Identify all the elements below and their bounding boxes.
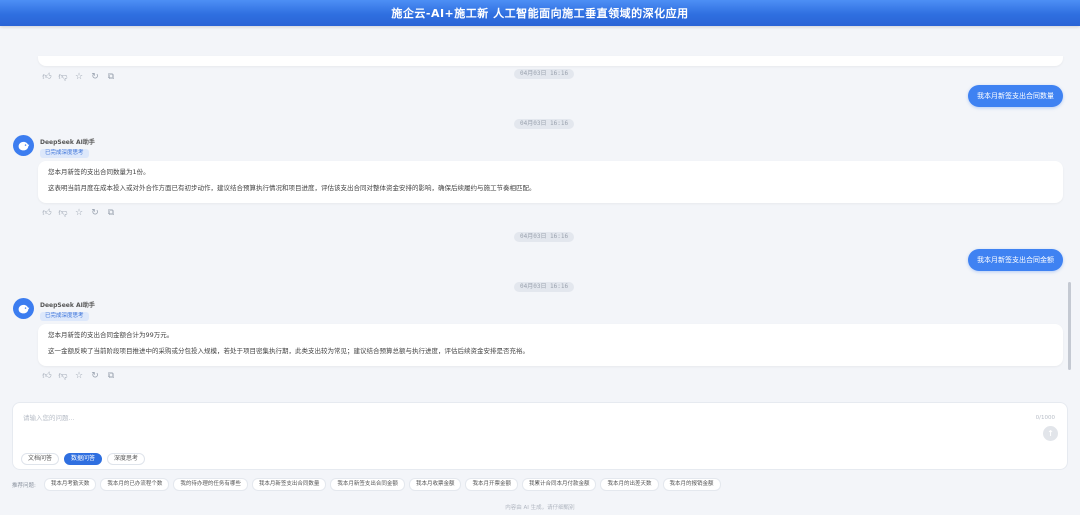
thumbs-down-icon[interactable]: 👎︎ bbox=[58, 371, 68, 381]
message-timestamp: 04月03日 16:16 bbox=[514, 69, 575, 79]
recommend-chip[interactable]: 我的待办理的任务有哪些 bbox=[173, 478, 248, 491]
whale-logo-icon bbox=[18, 141, 30, 151]
reply-actions: 👍︎ 👎︎ ☆ ↻ ⧉ bbox=[42, 371, 116, 381]
recommend-chip[interactable]: 我本月新签支出合同数量 bbox=[251, 478, 327, 491]
ai-reply-card: 您本月新签的支出合同数量为1份。 这表明当前月度在成本投入或对外合作方面已有初步… bbox=[38, 161, 1063, 203]
previous-reply-card bbox=[38, 56, 1063, 66]
recommend-chip[interactable]: 我本月收票金额 bbox=[408, 478, 462, 491]
message-timestamp: 04月03日 16:16 bbox=[514, 232, 575, 242]
reply-text: 这一金额反映了当前阶段项目推进中的采购或分包投入规模，若处于项目密集执行期，此类… bbox=[48, 347, 529, 355]
recommend-chip[interactable]: 我本月开票金额 bbox=[465, 478, 518, 491]
chat-scrollbar[interactable] bbox=[1068, 282, 1071, 370]
recommend-chip[interactable]: 我本月考勤天数 bbox=[43, 478, 97, 491]
chat-area[interactable]: 👍︎ 👎︎ ☆ ↻ ⧉ 04月03日 16:16 我本月新签支出合同数量 04月… bbox=[0, 26, 1080, 400]
reply-text: 这表明当前月度在成本投入或对外合作方面已有初步动作，建议结合预算执行情况和项目进… bbox=[48, 184, 536, 192]
copy-icon[interactable]: ⧉ bbox=[106, 72, 116, 82]
ai-avatar bbox=[13, 135, 34, 156]
copy-icon[interactable]: ⧉ bbox=[106, 208, 116, 218]
mode-document-qa[interactable]: 文档问答 bbox=[21, 453, 60, 465]
thumbs-up-icon[interactable]: 👍︎ bbox=[42, 371, 52, 381]
thumbs-up-icon[interactable]: 👍︎ bbox=[42, 72, 52, 82]
input-panel: 请输入您的问题... 0/1000 ↑ 文档问答 数据问答 深度思考 bbox=[12, 402, 1068, 470]
refresh-icon[interactable]: ↻ bbox=[90, 208, 100, 218]
arrow-up-icon: ↑ bbox=[1047, 429, 1054, 438]
reply-text: 您本月新签的支出合同金额合计为99万元。 bbox=[48, 331, 174, 339]
thumbs-up-icon[interactable]: 👍︎ bbox=[42, 208, 52, 218]
message-timestamp: 04月03日 16:16 bbox=[514, 119, 575, 129]
ai-disclaimer: 内容由 AI 生成，请仔细甄别 bbox=[505, 505, 575, 511]
char-counter: 0/1000 bbox=[1035, 415, 1055, 421]
ai-assistant-name: DeepSeek AI助手 bbox=[40, 139, 95, 146]
star-icon[interactable]: ☆ bbox=[74, 371, 84, 381]
refresh-icon[interactable]: ↻ bbox=[90, 72, 100, 82]
recommended-label: 推荐问题: bbox=[12, 482, 36, 489]
recommend-chip[interactable]: 我累计合同本月付款金额 bbox=[521, 478, 597, 491]
user-message: 我本月新签支出合同数量 bbox=[968, 85, 1063, 107]
reply-text: 您本月新签的支出合同数量为1份。 bbox=[48, 168, 150, 176]
mode-data-qa[interactable]: 数据问答 bbox=[64, 453, 103, 465]
mode-selector: 文档问答 数据问答 深度思考 bbox=[21, 453, 146, 465]
recommend-chip[interactable]: 我本月的出差天数 bbox=[600, 478, 659, 491]
star-icon[interactable]: ☆ bbox=[74, 208, 84, 218]
recommend-chip[interactable]: 我本月新签支出合同金额 bbox=[330, 478, 405, 491]
deep-thinking-badge[interactable]: 已完成深度思考 bbox=[40, 312, 89, 321]
user-message: 我本月新签支出合同金额 bbox=[968, 249, 1063, 271]
deep-thinking-badge[interactable]: 已完成深度思考 bbox=[40, 149, 89, 158]
refresh-icon[interactable]: ↻ bbox=[90, 371, 100, 381]
ai-assistant-name: DeepSeek AI助手 bbox=[40, 302, 95, 309]
copy-icon[interactable]: ⧉ bbox=[106, 371, 116, 381]
message-timestamp: 04月03日 16:16 bbox=[514, 282, 575, 292]
star-icon[interactable]: ☆ bbox=[74, 72, 84, 82]
ai-avatar bbox=[13, 298, 34, 319]
app-title: 施企云-AI+施工新 人工智能面向施工垂直领域的深化应用 bbox=[391, 7, 689, 20]
recommended-questions: 推荐问题: 我本月考勤天数 我本月的已办流程个数 我的待办理的任务有哪些 我本月… bbox=[12, 478, 721, 491]
recommend-chip[interactable]: 我本月的报销金额 bbox=[662, 478, 721, 491]
thumbs-down-icon[interactable]: 👎︎ bbox=[58, 72, 68, 82]
reply-actions: 👍︎ 👎︎ ☆ ↻ ⧉ bbox=[42, 208, 116, 218]
send-button[interactable]: ↑ bbox=[1043, 426, 1058, 441]
question-input[interactable]: 请输入您的问题... bbox=[23, 412, 75, 422]
app-header: 施企云-AI+施工新 人工智能面向施工垂直领域的深化应用 bbox=[0, 0, 1080, 26]
mode-deep-thinking[interactable]: 深度思考 bbox=[107, 453, 146, 465]
ai-reply-card: 您本月新签的支出合同金额合计为99万元。 这一金额反映了当前阶段项目推进中的采购… bbox=[38, 324, 1063, 366]
previous-reply-actions: 👍︎ 👎︎ ☆ ↻ ⧉ bbox=[42, 72, 116, 82]
whale-logo-icon bbox=[18, 304, 30, 314]
recommend-chip[interactable]: 我本月的已办流程个数 bbox=[100, 478, 170, 491]
thumbs-down-icon[interactable]: 👎︎ bbox=[58, 208, 68, 218]
